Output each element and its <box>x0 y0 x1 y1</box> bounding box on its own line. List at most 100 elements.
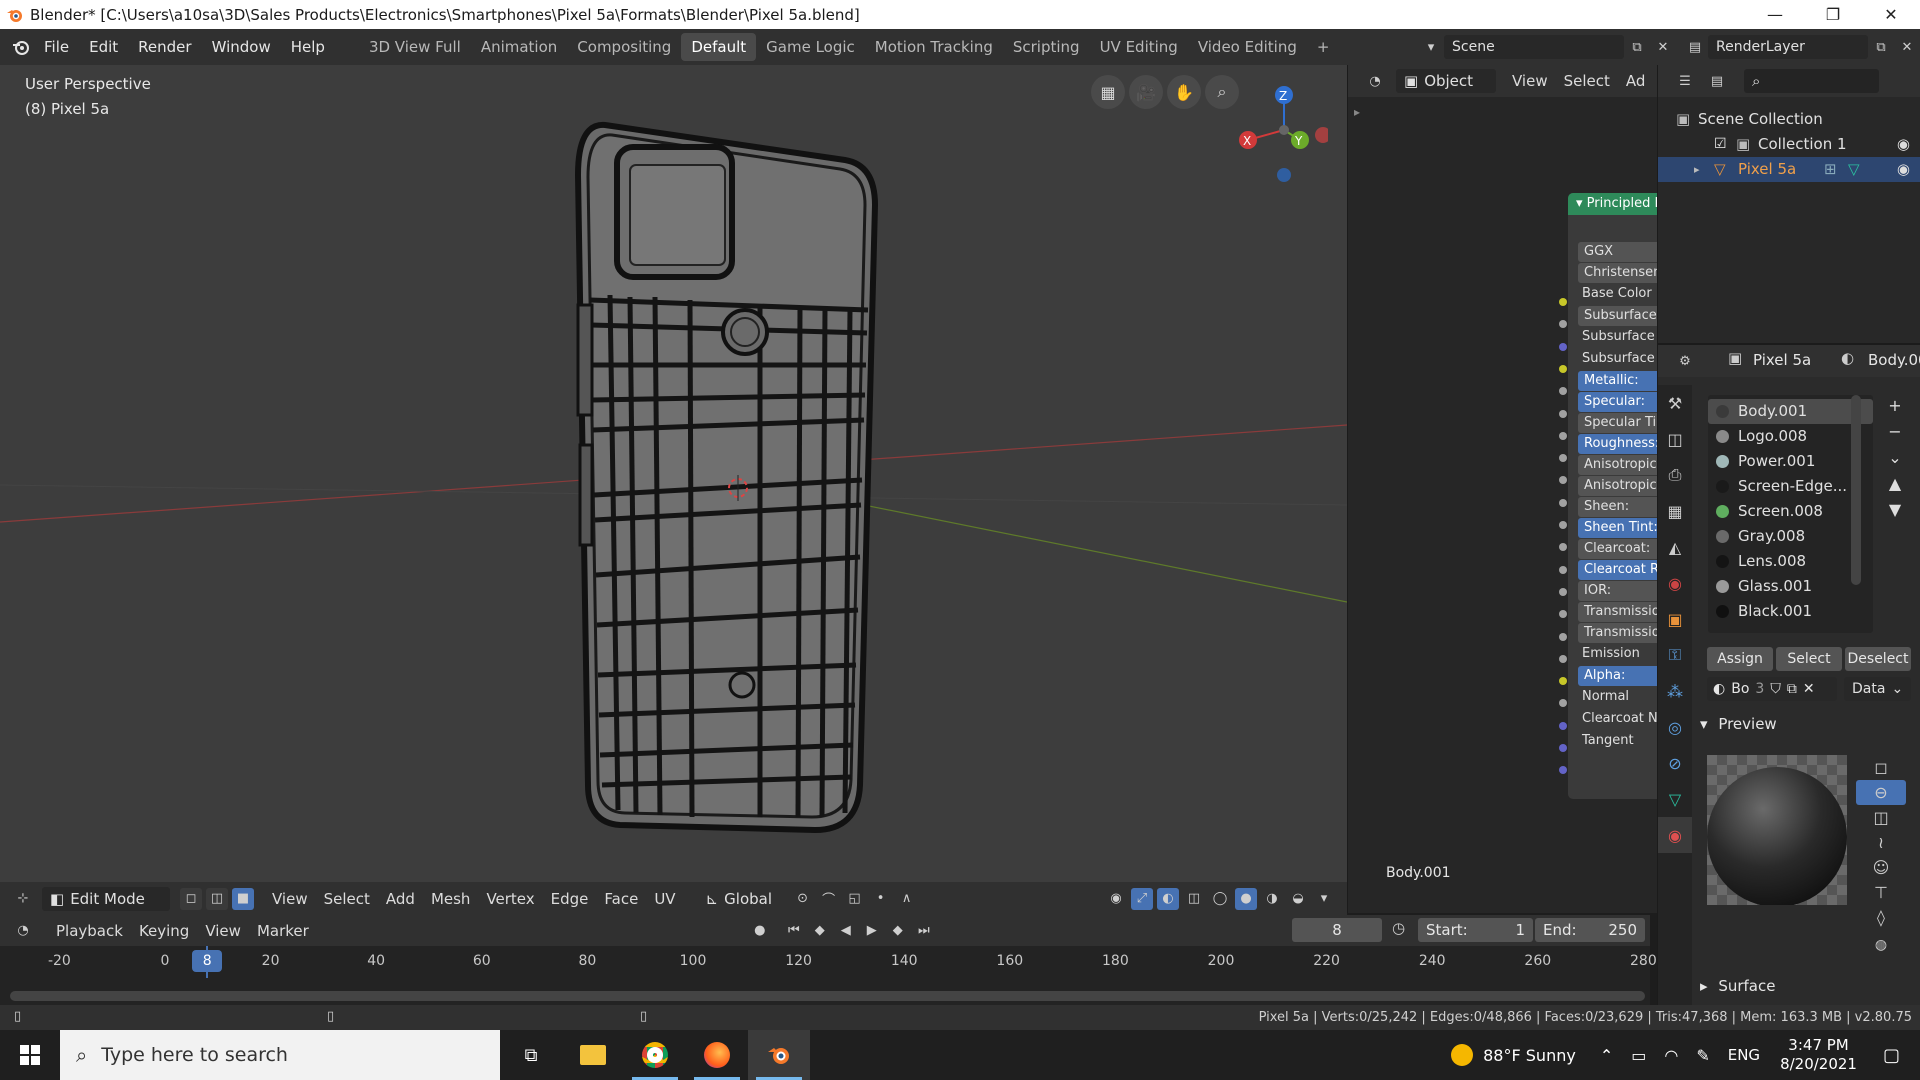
node-input-row[interactable]: Subsurface: <box>1578 306 1657 326</box>
vertex-select-icon[interactable]: ◻ <box>180 887 202 910</box>
visibility-eye-icon[interactable]: ◉ <box>1897 132 1910 157</box>
node-input-socket[interactable] <box>1559 387 1567 396</box>
unlink-material-icon[interactable]: ✕ <box>1803 681 1815 697</box>
snap-icon[interactable]: ⌒ <box>818 888 840 910</box>
workspace-tab-default[interactable]: Default <box>681 33 757 61</box>
menu-render[interactable]: Render <box>128 33 201 61</box>
node-input-socket[interactable] <box>1559 364 1567 373</box>
rendered-shading-icon[interactable]: ◒ <box>1287 888 1309 910</box>
node-input-socket[interactable] <box>1559 699 1567 708</box>
checkbox-icon[interactable]: ☑ <box>1714 132 1727 157</box>
editor-type-icon[interactable]: ⊹ <box>12 888 34 910</box>
material-datablock-selector[interactable]: ◐ Bo 3 ⛉ ⧉ ✕ <box>1707 677 1837 701</box>
add-slot-icon[interactable]: + <box>1880 393 1910 419</box>
physics-tab-icon[interactable]: ◎ <box>1658 709 1692 745</box>
overlay-toggle-icon[interactable]: ◐ <box>1157 887 1179 910</box>
current-frame-field[interactable]: 8 <box>1292 918 1382 942</box>
jump-to-end-icon[interactable]: ⏭ <box>913 920 935 942</box>
node-input-socket[interactable] <box>1559 431 1567 440</box>
workspace-tab-video-editing[interactable]: Video Editing <box>1188 33 1307 61</box>
delete-render-layer-icon[interactable]: ✕ <box>1896 36 1918 58</box>
timeline-scrollbar[interactable] <box>10 991 1645 1001</box>
weather-widget[interactable]: 88°F Sunny <box>1451 1044 1576 1066</box>
scene-selector-icon[interactable]: ▾ <box>1420 36 1442 58</box>
material-slot[interactable]: Gray.008 <box>1708 524 1873 549</box>
preview-flat-icon[interactable]: ◻ <box>1856 755 1906 780</box>
material-slot[interactable]: Black.001 <box>1708 599 1873 624</box>
jump-to-keyframe-forward-icon[interactable]: ◆ <box>887 920 909 942</box>
node-input-socket[interactable] <box>1559 521 1567 529</box>
node-input-socket[interactable] <box>1559 298 1567 306</box>
menu-select[interactable]: Select <box>316 886 378 912</box>
node-input-row[interactable]: Roughness: <box>1578 434 1657 454</box>
node-input-socket[interactable] <box>1559 476 1567 485</box>
principled-bsdf-node[interactable]: ▾ Principled B GGX Christensen- Base Col… <box>1568 193 1657 799</box>
outliner-row-collection-1[interactable]: ☑ ▣ Collection 1 ◉ <box>1658 132 1920 157</box>
preview-monkey-icon[interactable]: ☺ <box>1856 855 1906 880</box>
workspace-tab-animation[interactable]: Animation <box>471 33 567 61</box>
collapse-arrow-icon[interactable]: ▸ <box>1354 105 1360 119</box>
minimize-button[interactable]: — <box>1746 0 1804 29</box>
node-input-socket[interactable] <box>1559 677 1567 686</box>
node-input-row[interactable]: Emission <box>1568 643 1657 665</box>
shading-options-icon[interactable]: ▾ <box>1313 888 1335 910</box>
close-button[interactable]: ✕ <box>1862 0 1920 29</box>
node-input-row[interactable]: Clearcoat: <box>1578 539 1657 559</box>
workspace-tab-game-logic[interactable]: Game Logic <box>756 33 865 61</box>
language-indicator[interactable]: ENG <box>1728 1046 1760 1064</box>
task-view-button[interactable]: ⧉ <box>500 1030 562 1080</box>
node-input-row[interactable]: Specular Tin <box>1578 413 1657 433</box>
pivot-point-icon[interactable]: ⊙ <box>792 888 814 910</box>
node-input-socket[interactable] <box>1559 543 1567 552</box>
toggle-grid-view-icon[interactable]: ▦ <box>1091 75 1125 109</box>
menu-add[interactable]: Add <box>378 886 423 912</box>
camera-view-icon[interactable]: 🎥 <box>1129 75 1163 109</box>
render-layer-icon[interactable]: ▤ <box>1684 36 1706 58</box>
notifications-icon[interactable]: ▢ <box>1883 1045 1900 1066</box>
node-input-row[interactable]: IOR: <box>1578 581 1657 601</box>
menu-playback[interactable]: Playback <box>48 918 131 944</box>
menu-help[interactable]: Help <box>281 33 335 61</box>
node-input-row[interactable]: Specular: <box>1578 392 1657 412</box>
workspace-tab-scripting[interactable]: Scripting <box>1003 33 1090 61</box>
file-explorer-app[interactable] <box>562 1030 624 1080</box>
properties-type-icon[interactable]: ⚙ <box>1674 350 1696 372</box>
firefox-app[interactable] <box>686 1030 748 1080</box>
material-slot[interactable]: Screen.008 <box>1708 499 1873 524</box>
menu-file[interactable]: File <box>34 33 79 61</box>
node-menu-view[interactable]: View <box>1504 68 1556 94</box>
pan-view-hand-icon[interactable]: ✋ <box>1167 75 1201 109</box>
material-slot[interactable]: Lens.008 <box>1708 549 1873 574</box>
render-layer-selector[interactable]: RenderLayer <box>1708 35 1868 59</box>
taskbar-search-input[interactable]: ⌕ Type here to search <box>60 1030 500 1080</box>
node-input-socket[interactable] <box>1559 610 1567 619</box>
node-input-socket[interactable] <box>1559 632 1567 641</box>
delete-scene-icon[interactable]: ✕ <box>1652 36 1674 58</box>
preview-hair-icon[interactable]: ≀ <box>1856 830 1906 855</box>
node-input-row[interactable]: Transmissio <box>1578 623 1657 643</box>
new-render-layer-icon[interactable]: ⧉ <box>1870 36 1892 58</box>
output-tab-icon[interactable]: ⎙ <box>1658 457 1692 493</box>
workspace-tab-motion-tracking[interactable]: Motion Tracking <box>865 33 1003 61</box>
material-slot[interactable]: Logo.008 <box>1708 424 1873 449</box>
preview-sphere-icon[interactable]: ⊖ <box>1856 780 1906 805</box>
add-workspace-button[interactable]: + <box>1307 33 1340 61</box>
record-icon[interactable]: ● <box>749 920 771 942</box>
select-button[interactable]: Select <box>1776 647 1842 671</box>
node-input-row[interactable]: Anisotropic: <box>1578 455 1657 475</box>
battery-icon[interactable]: ▭ <box>1631 1046 1646 1065</box>
workspace-tab-compositing[interactable]: Compositing <box>567 33 681 61</box>
node-input-row[interactable]: Normal <box>1568 686 1657 708</box>
outliner-row-pixel-5a[interactable]: ▸ ▽ Pixel 5a ⊞ ▽ ◉ <box>1658 157 1920 182</box>
blender-menu-icon[interactable] <box>10 36 32 58</box>
distribution-dropdown[interactable]: GGX <box>1578 242 1657 262</box>
material-slot[interactable]: Power.001 <box>1708 449 1873 474</box>
node-object-selector[interactable]: ▣ Object <box>1396 69 1496 93</box>
maximize-button[interactable]: ❐ <box>1804 0 1862 29</box>
node-input-socket[interactable] <box>1559 587 1567 596</box>
menu-vertex[interactable]: Vertex <box>478 886 542 912</box>
scene-tab-icon[interactable]: ◭ <box>1658 529 1692 565</box>
node-input-socket[interactable] <box>1559 721 1567 730</box>
node-menu-add[interactable]: Ad <box>1618 68 1654 94</box>
preview-cube-icon[interactable]: ◫ <box>1856 805 1906 830</box>
